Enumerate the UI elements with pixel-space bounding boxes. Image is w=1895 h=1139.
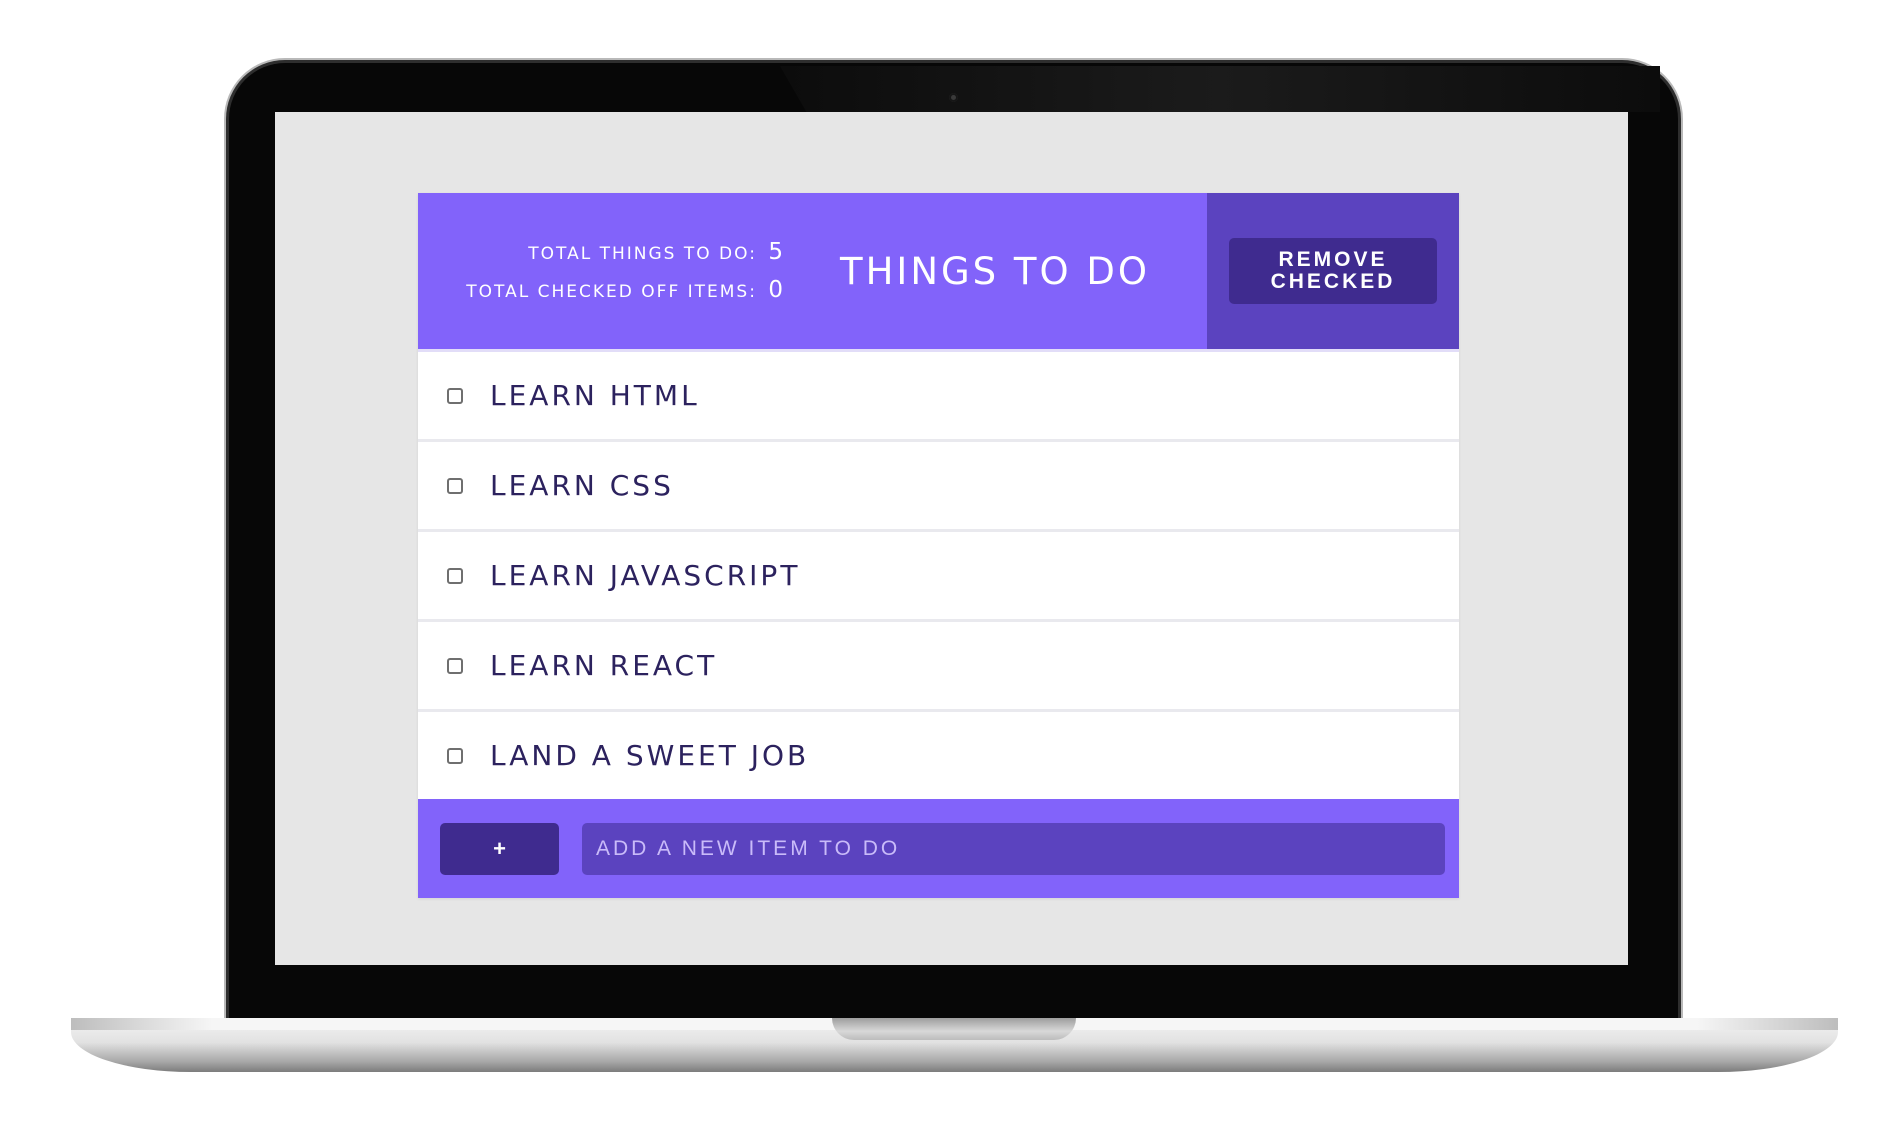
- total-checked-count: 0: [768, 277, 783, 303]
- add-item-button[interactable]: +: [440, 822, 559, 875]
- total-checked-line: TOTAL CHECKED OFF ITEMS: 0: [466, 277, 783, 303]
- item-label: LAND A SWEET JOB: [490, 739, 810, 772]
- list-item[interactable]: LEARN HTML: [418, 349, 1459, 439]
- webcam-icon: [949, 93, 958, 102]
- totals-panel: TOTAL THINGS TO DO: 5 TOTAL CHECKED OFF …: [418, 193, 783, 349]
- total-things-label: TOTAL THINGS TO DO:: [528, 244, 757, 264]
- item-checkbox[interactable]: [447, 387, 463, 404]
- item-label: LEARN HTML: [490, 379, 700, 412]
- page-title: THINGS TO DO: [839, 249, 1151, 293]
- item-label: LEARN REACT: [490, 649, 718, 682]
- item-checkbox[interactable]: [447, 567, 463, 584]
- remove-checked-button[interactable]: REMOVE CHECKED: [1229, 238, 1437, 304]
- bezel-notch: [780, 66, 1660, 112]
- laptop-screen: TOTAL THINGS TO DO: 5 TOTAL CHECKED OFF …: [275, 112, 1628, 965]
- list-item[interactable]: LEARN CSS: [418, 439, 1459, 529]
- item-checkbox[interactable]: [447, 657, 463, 674]
- item-label: LEARN JAVASCRIPT: [490, 559, 801, 592]
- laptop-hinge: [832, 1018, 1076, 1040]
- plus-icon: +: [493, 835, 506, 861]
- item-label: LEARN CSS: [490, 469, 674, 502]
- total-checked-label: TOTAL CHECKED OFF ITEMS:: [466, 282, 757, 302]
- todo-header: TOTAL THINGS TO DO: 5 TOTAL CHECKED OFF …: [418, 193, 1459, 349]
- total-things-line: TOTAL THINGS TO DO: 5: [528, 239, 783, 265]
- remove-panel: REMOVE CHECKED: [1207, 193, 1459, 349]
- item-checkbox[interactable]: [447, 477, 463, 494]
- add-item-bar: +: [418, 799, 1459, 898]
- list-item[interactable]: LEARN REACT: [418, 619, 1459, 709]
- list-item[interactable]: LAND A SWEET JOB: [418, 709, 1459, 799]
- laptop-mockup: TOTAL THINGS TO DO: 5 TOTAL CHECKED OFF …: [0, 0, 1895, 1139]
- new-item-input[interactable]: [582, 822, 1445, 875]
- todo-app: TOTAL THINGS TO DO: 5 TOTAL CHECKED OFF …: [418, 193, 1459, 898]
- list-item[interactable]: LEARN JAVASCRIPT: [418, 529, 1459, 619]
- todo-list: LEARN HTML LEARN CSS LEARN JAVASCRIPT LE…: [418, 349, 1459, 799]
- item-checkbox[interactable]: [447, 747, 463, 764]
- total-things-count: 5: [768, 239, 783, 265]
